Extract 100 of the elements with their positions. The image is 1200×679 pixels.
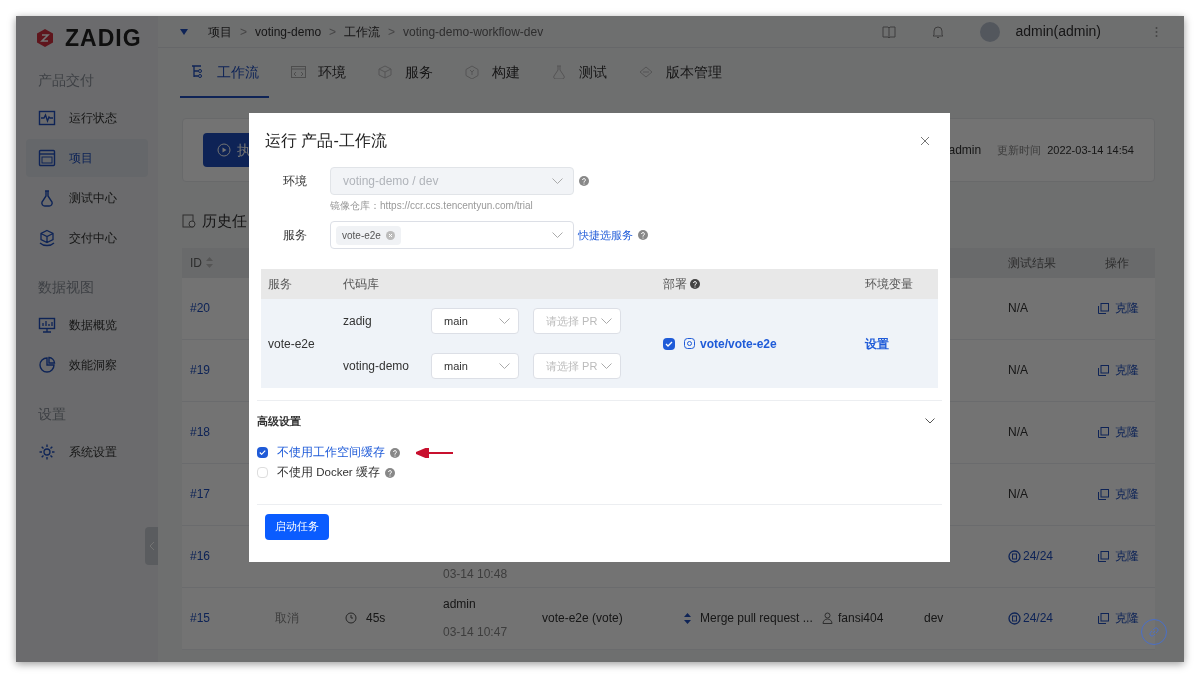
commit-message: Merge pull request ... [700, 610, 813, 627]
nav-item[interactable]: 测试中心 [26, 179, 148, 217]
tab[interactable]: 构建 [455, 48, 530, 98]
service-select[interactable]: vote-e2e [330, 221, 574, 249]
chevron-down-icon [499, 363, 510, 369]
start-task-button[interactable]: 启动任务 [265, 513, 329, 540]
settings-link[interactable]: 设置 [865, 334, 938, 353]
caret-icon [180, 28, 188, 35]
table-cell-text: vote-e2e [267, 335, 316, 353]
task-id-link[interactable]: #15 [182, 609, 265, 627]
nav-icon [38, 149, 56, 167]
clone-button[interactable]: 克隆 [1085, 609, 1155, 627]
tab[interactable]: 版本管理 [629, 48, 732, 98]
nav-item[interactable]: 系统设置 [26, 433, 148, 471]
branch-select[interactable]: main [431, 308, 519, 334]
chevron-down-icon [552, 178, 563, 184]
tab-icon [378, 65, 393, 79]
tab[interactable]: 工作流 [180, 48, 269, 98]
tab-icon [291, 65, 306, 79]
copy-icon [1098, 612, 1109, 624]
tab[interactable]: 测试 [542, 48, 617, 98]
tab-icon [465, 65, 480, 79]
chevron-down-icon [499, 318, 510, 324]
help-icon [690, 279, 700, 289]
breadcrumb-item[interactable]: 工作流 [344, 22, 381, 41]
history-icon [182, 214, 196, 229]
nav-item[interactable]: 项目 [26, 139, 148, 177]
copy-icon [1098, 426, 1109, 438]
clone-button[interactable]: 克隆 [1085, 423, 1155, 441]
pr-select[interactable]: 请选择 PR [533, 353, 621, 379]
option-label[interactable]: 不使用工作空间缓存 [277, 443, 385, 462]
clone-button[interactable]: 克隆 [1085, 361, 1155, 379]
service-icon [684, 338, 695, 349]
nav-item[interactable]: 数据概览 [26, 306, 148, 344]
column-header: 部署 [663, 276, 687, 293]
clone-button[interactable]: 克隆 [1085, 547, 1155, 565]
dialog-title: 运行 产品-工作流 [265, 131, 387, 151]
nav-icon [38, 109, 56, 127]
nav-icon [38, 189, 56, 207]
repository-name: voting-demo [343, 358, 411, 375]
table-cell-text: N/A [1007, 424, 1029, 441]
checkbox[interactable] [663, 337, 675, 350]
test-result-link[interactable]: 24/24 [1023, 609, 1054, 627]
help-icon [638, 230, 648, 240]
test-result-link[interactable]: 24/24 [1023, 547, 1054, 565]
more-icon [1155, 25, 1158, 38]
help-icon [390, 447, 400, 458]
service-tag: vote-e2e [336, 225, 401, 245]
breadcrumb-item[interactable]: 项目 [208, 22, 232, 41]
user-name[interactable]: admin(admin) [1015, 21, 1101, 42]
copy-icon [1098, 550, 1109, 562]
checkbox[interactable] [257, 467, 268, 478]
column-header: 代码库 [343, 276, 380, 293]
nav-icon [38, 443, 56, 461]
pr-select[interactable]: 请选择 PR [533, 308, 621, 334]
quick-select-link[interactable]: 快捷选服务 [578, 226, 633, 244]
clone-button[interactable]: 克隆 [1085, 299, 1155, 317]
hexagon-logo-icon [35, 28, 55, 48]
column-header[interactable]: ID [182, 253, 265, 272]
table-cell-text: N/A [1007, 300, 1029, 317]
nav-item[interactable]: 运行状态 [26, 99, 148, 137]
clock-icon [345, 612, 357, 624]
field-label: 服务 [283, 227, 308, 244]
logo-text: ZADIG [65, 23, 142, 53]
table-cell-text: N/A [1007, 486, 1029, 503]
collapse-handle[interactable] [145, 527, 158, 565]
nav-item[interactable]: 交付中心 [26, 219, 148, 257]
chevron-down-icon [601, 318, 612, 324]
option-label[interactable]: 不使用 Docker 缓存 [277, 463, 380, 482]
column-header: 操作 [1104, 254, 1130, 272]
link-icon [1148, 626, 1160, 638]
copy-icon [1098, 302, 1109, 314]
deploy-link[interactable]: vote/vote-e2e [684, 334, 777, 353]
branch-select[interactable]: main [431, 353, 519, 379]
table-cell-text: dev [923, 610, 945, 627]
nav-icon [38, 356, 56, 374]
tab-icon [190, 65, 205, 79]
book-icon [882, 25, 897, 38]
table-cell-text: fansi404 [838, 610, 884, 627]
close-button[interactable] [920, 135, 932, 147]
tab[interactable]: 环境 [281, 48, 356, 98]
table-cell-text: N/A [1007, 362, 1029, 379]
arrow-annotation-icon [416, 447, 453, 458]
column-header: 服务 [267, 276, 293, 293]
expand-toggle[interactable] [924, 417, 936, 426]
tab[interactable]: 服务 [368, 48, 443, 98]
section-title: 历史任 [202, 211, 247, 231]
breadcrumb-item[interactable]: voting-demo [255, 22, 322, 41]
table-cell-text: admin [443, 596, 477, 613]
remove-icon [385, 230, 395, 240]
repository-name: zadig [343, 313, 373, 330]
tab-icon [639, 65, 654, 79]
test-icon [1008, 611, 1021, 625]
help-icon [579, 176, 589, 186]
clone-button[interactable]: 克隆 [1085, 485, 1155, 503]
checkbox[interactable] [257, 447, 268, 458]
nav-icon [38, 229, 56, 247]
breadcrumb-separator: > [329, 23, 337, 41]
nav-item[interactable]: 效能洞察 [26, 346, 148, 384]
breadcrumb-item[interactable]: voting-demo-workflow-dev [403, 22, 544, 41]
